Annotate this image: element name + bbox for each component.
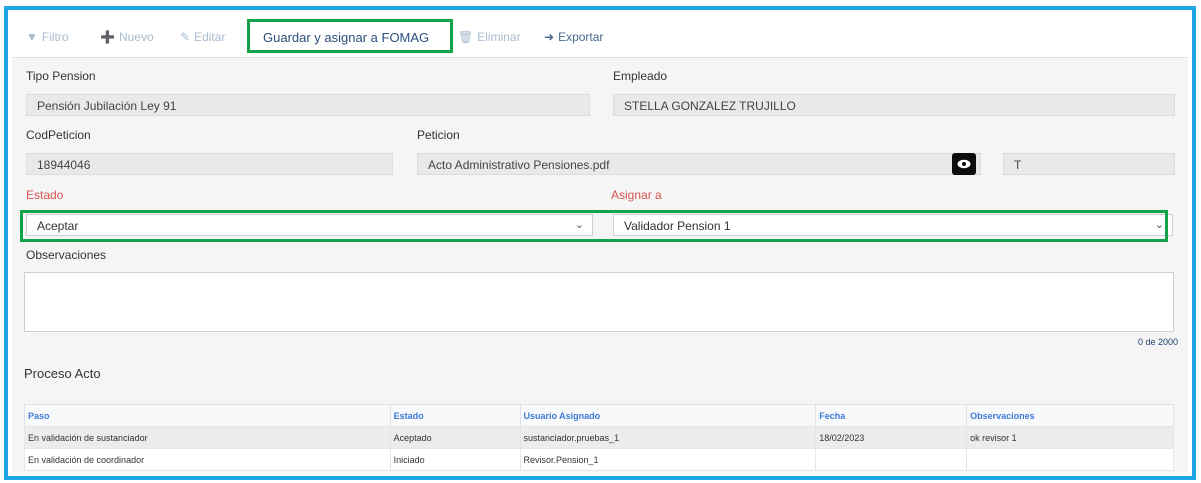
window-frame: ▼ Filtro ➕ Nuevo ✎ Editar Guardar y asig… [4, 6, 1196, 480]
form-panel: ▼ Filtro ➕ Nuevo ✎ Editar Guardar y asig… [12, 14, 1188, 472]
column-header-observaciones[interactable]: Observaciones [966, 404, 1174, 427]
tipo-pension-label: Tipo Pension [26, 69, 96, 83]
observaciones-label: Observaciones [26, 248, 107, 262]
estado-label: Estado [26, 188, 64, 202]
proceso-acto-table: Paso Estado Usuario Asignado Fecha Obser… [24, 404, 1174, 471]
cell-fecha [815, 448, 968, 471]
table-row[interactable]: En validación de sustanciador Aceptado s… [24, 426, 1174, 449]
edit-button[interactable]: ✎ Editar [180, 28, 225, 46]
export-icon: ➜ [544, 30, 555, 44]
toolbar: ▼ Filtro ➕ Nuevo ✎ Editar Guardar y asig… [12, 14, 1188, 58]
character-counter: 0 de 2000 [1137, 337, 1178, 347]
eye-icon [957, 159, 971, 169]
peticion-extra-field: T [1003, 153, 1175, 175]
save-button-highlight [247, 19, 453, 53]
cell-usuario: sustanciador.pruebas_1 [519, 426, 817, 449]
export-button[interactable]: ➜ Exportar [544, 28, 603, 46]
delete-button[interactable]: 🗑 Eliminar [458, 28, 521, 46]
peticion-field: Acto Administrativo Pensiones.pdf [417, 153, 981, 175]
pencil-square-icon: ✎ [180, 30, 191, 44]
cell-observaciones [966, 448, 1174, 471]
edit-label: Editar [194, 30, 226, 44]
codpeticion-field: 18944046 [26, 153, 393, 175]
empleado-field: STELLA GONZALEZ TRUJILLO [613, 94, 1175, 116]
table-row[interactable]: En validación de coordinador Iniciado Re… [24, 448, 1174, 471]
observaciones-textarea[interactable] [24, 272, 1174, 332]
column-header-estado[interactable]: Estado [389, 404, 521, 427]
tipo-pension-field: Pensión Jubilación Ley 91 [26, 94, 590, 116]
column-header-paso[interactable]: Paso [24, 404, 391, 427]
filter-label: Filtro [41, 30, 69, 44]
asignar-label: Asignar a [611, 188, 662, 202]
estado-asignar-highlight [20, 210, 1168, 242]
cell-fecha: 18/02/2023 [815, 426, 968, 449]
proceso-acto-title: Proceso Acto [24, 366, 101, 381]
cell-observaciones: ok revisor 1 [966, 426, 1174, 449]
view-document-button[interactable] [952, 153, 976, 175]
column-header-fecha[interactable]: Fecha [815, 404, 968, 427]
table-header-row: Paso Estado Usuario Asignado Fecha Obser… [24, 404, 1174, 427]
empleado-label: Empleado [613, 69, 668, 83]
cell-estado: Aceptado [389, 426, 521, 449]
trash-icon: 🗑 [458, 30, 474, 44]
filter-button[interactable]: ▼ Filtro [26, 28, 69, 46]
delete-label: Eliminar [477, 30, 521, 44]
plus-circle-icon: ➕ [100, 30, 115, 44]
peticion-label: Peticion [417, 128, 460, 142]
filter-icon: ▼ [26, 30, 38, 44]
export-label: Exportar [558, 30, 604, 44]
codpeticion-label: CodPeticion [26, 128, 91, 142]
cell-estado: Iniciado [389, 448, 521, 471]
column-header-usuario[interactable]: Usuario Asignado [519, 404, 817, 427]
cell-usuario: Revisor.Pension_1 [519, 448, 817, 471]
cell-paso: En validación de sustanciador [24, 426, 391, 449]
new-button[interactable]: ➕ Nuevo [100, 28, 154, 46]
cell-paso: En validación de coordinador [24, 448, 391, 471]
new-label: Nuevo [118, 30, 154, 44]
